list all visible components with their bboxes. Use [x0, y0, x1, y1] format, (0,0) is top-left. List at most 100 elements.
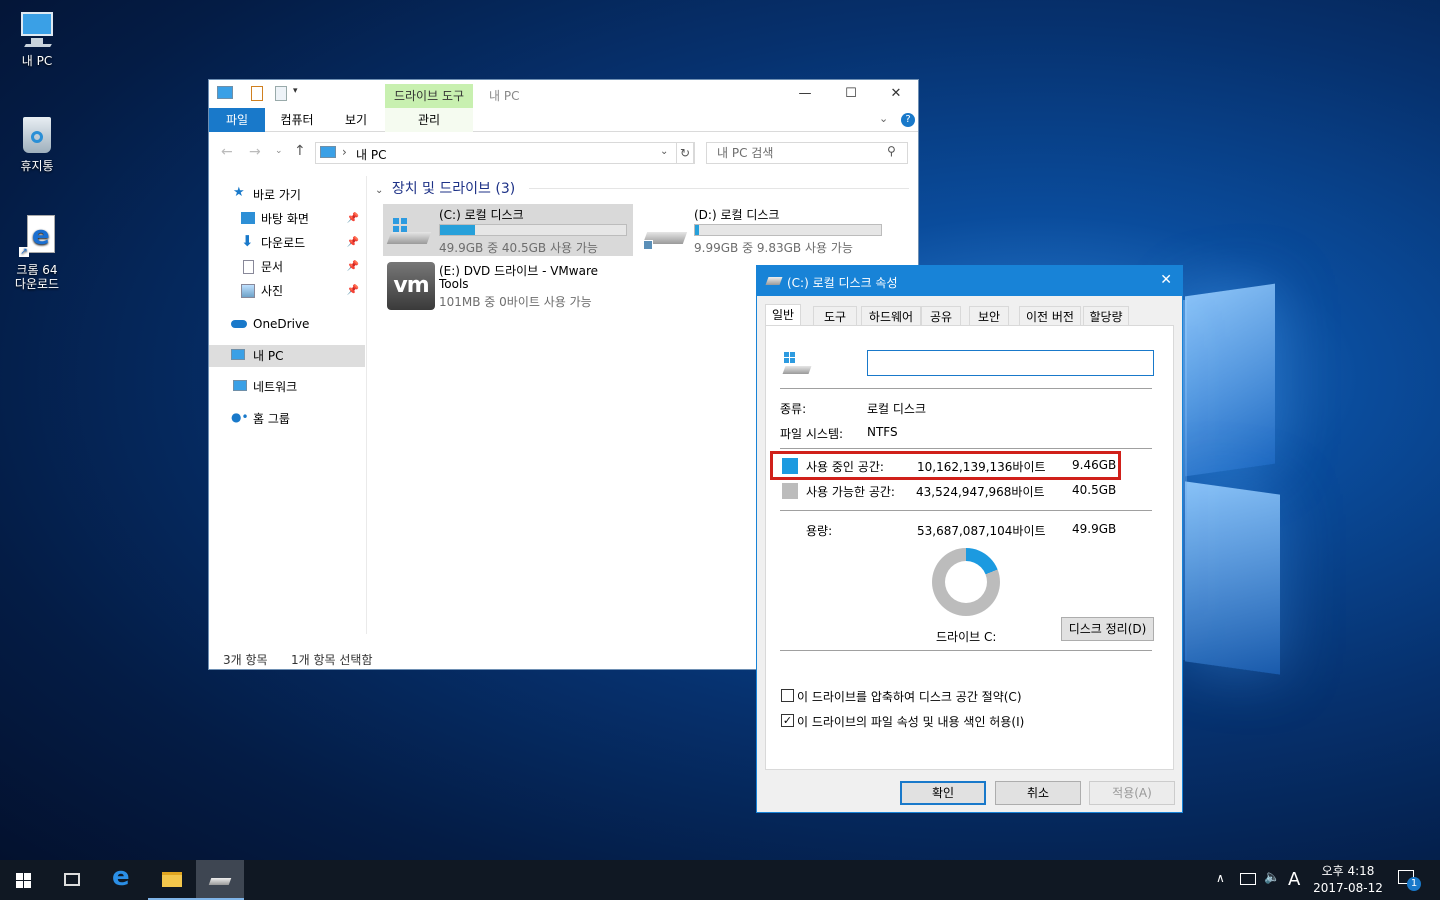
- pin-icon[interactable]: 📌: [347, 232, 359, 254]
- pin-icon[interactable]: 📌: [347, 208, 359, 230]
- up-button[interactable]: ↑: [294, 143, 306, 159]
- taskbar-edge[interactable]: e: [98, 860, 146, 900]
- minimize-button[interactable]: —: [782, 80, 828, 108]
- task-view-button[interactable]: [48, 860, 96, 900]
- action-center-button[interactable]: 1: [1398, 870, 1421, 891]
- nav-item-documents[interactable]: 문서 📌: [209, 256, 365, 278]
- nav-onedrive[interactable]: OneDrive: [209, 313, 365, 335]
- index-checkbox[interactable]: ✓: [781, 714, 794, 727]
- breadcrumb-separator-icon: ›: [342, 145, 347, 159]
- tab-hardware[interactable]: 하드웨어: [861, 306, 921, 326]
- document-icon: [243, 260, 254, 274]
- desktop-icon-label: 휴지통: [20, 159, 54, 173]
- pin-icon[interactable]: 📌: [347, 280, 359, 302]
- capacity-bytes: 53,687,087,104바이트: [917, 524, 1046, 538]
- notification-badge: 1: [1407, 877, 1421, 891]
- ribbon-expand-icon[interactable]: ⌄: [879, 112, 888, 125]
- forward-button[interactable]: →: [249, 144, 261, 160]
- tab-general[interactable]: 일반: [765, 304, 801, 326]
- compress-option-label[interactable]: 이 드라이브를 압축하여 디스크 공간 절약(C): [797, 688, 1022, 705]
- drive-name-line2: Tools: [439, 277, 469, 291]
- search-input[interactable]: 내 PC 검색: [706, 142, 908, 164]
- type-label: 종류:: [780, 402, 807, 416]
- tab-file[interactable]: 파일: [209, 108, 265, 132]
- breadcrumb-this-pc[interactable]: 내 PC: [356, 146, 386, 163]
- filesystem-value: NTFS: [867, 425, 898, 439]
- drive-icon: [782, 352, 814, 376]
- explorer-titlebar[interactable]: ▾ 드라이브 도구 내 PC — ☐ ✕: [209, 80, 918, 108]
- index-option-label[interactable]: 이 드라이브의 파일 속성 및 내용 색인 허용(I): [797, 713, 1024, 730]
- nav-item-downloads[interactable]: ⬇ 다운로드 📌: [209, 232, 365, 254]
- disk-cleanup-button[interactable]: 디스크 정리(D): [1061, 617, 1154, 641]
- free-space-bytes: 43,524,947,968바이트: [916, 485, 1045, 499]
- divider: [780, 650, 1152, 651]
- divider: [780, 510, 1152, 511]
- nav-item-desktop[interactable]: 바탕 화면 📌: [209, 208, 365, 230]
- close-button[interactable]: ✕: [873, 80, 919, 108]
- tab-quota[interactable]: 할당량: [1083, 306, 1129, 326]
- nav-homegroup[interactable]: ●• 홈 그룹: [209, 408, 365, 430]
- drive-detail: 101MB 중 0바이트 사용 가능: [439, 295, 592, 309]
- tab-tools[interactable]: 도구: [813, 306, 857, 326]
- general-panel: 종류: 로컬 디스크 파일 시스템: NTFS 사용 중인 공간: 10,162…: [765, 325, 1174, 770]
- desktop-icon-chrome-download[interactable]: e ↗ 크롬 64 다운로드: [2, 215, 72, 291]
- recent-locations-icon[interactable]: ⌄: [275, 146, 283, 156]
- tab-security[interactable]: 보안: [969, 306, 1009, 326]
- taskbar-properties[interactable]: [196, 860, 244, 900]
- new-folder-icon[interactable]: [275, 86, 287, 101]
- desktop-icon-recycle-bin[interactable]: 휴지통: [2, 113, 72, 173]
- group-header[interactable]: ⌄ 장치 및 드라이브 (3): [375, 178, 515, 198]
- drive-tile-c[interactable]: (C:) 로컬 디스크 49.9GB 중 40.5GB 사용 가능: [383, 204, 633, 256]
- taskbar-file-explorer[interactable]: [148, 860, 196, 900]
- computer-icon: [320, 146, 336, 158]
- properties-icon[interactable]: [251, 86, 263, 101]
- folder-icon: [162, 872, 182, 887]
- address-bar[interactable]: › 내 PC ⌄: [315, 142, 695, 164]
- apply-button[interactable]: 적용(A): [1089, 781, 1175, 805]
- wallpaper-logo-pane: [1183, 300, 1187, 660]
- network-tray-icon[interactable]: [1240, 873, 1256, 885]
- start-button[interactable]: [0, 860, 48, 900]
- drive-tile-e[interactable]: vm (E:) DVD 드라이브 - VMware Tools 101MB 중 …: [383, 260, 643, 312]
- nav-this-pc[interactable]: 내 PC: [209, 345, 365, 367]
- taskbar: e ∧ 🔈 A 오후 4:18 2017-08-12 1: [0, 860, 1440, 900]
- address-dropdown-icon[interactable]: ⌄: [660, 146, 668, 157]
- tab-view[interactable]: 보기: [333, 108, 379, 132]
- clock-date: 2017-08-12: [1313, 881, 1383, 895]
- tab-sharing[interactable]: 공유: [921, 306, 961, 326]
- volume-icon[interactable]: 🔈: [1264, 870, 1280, 885]
- clock[interactable]: 오후 4:18 2017-08-12: [1310, 863, 1386, 897]
- tab-computer[interactable]: 컴퓨터: [269, 108, 325, 132]
- close-button[interactable]: ✕: [1160, 272, 1172, 288]
- status-selected: 1개 항목 선택함: [291, 653, 373, 667]
- pictures-icon: [241, 284, 255, 298]
- dialog-titlebar[interactable]: (C:) 로컬 디스크 속성 ✕: [757, 266, 1182, 296]
- nav-item-pictures[interactable]: 사진 📌: [209, 280, 365, 302]
- tab-manage[interactable]: 관리: [385, 108, 473, 132]
- tab-previous-versions[interactable]: 이전 버전: [1019, 306, 1081, 326]
- compress-checkbox[interactable]: [781, 689, 794, 702]
- computer-icon: [231, 349, 245, 360]
- vmware-logo-icon: vm: [387, 262, 435, 310]
- ok-button[interactable]: 확인: [900, 781, 986, 805]
- help-icon[interactable]: ?: [901, 113, 915, 127]
- show-hidden-icons[interactable]: ∧: [1216, 871, 1225, 885]
- nav-network[interactable]: 네트워크: [209, 376, 365, 398]
- window-title: 내 PC: [489, 89, 520, 103]
- quick-access-dropdown-icon[interactable]: ▾: [293, 86, 298, 96]
- maximize-button[interactable]: ☐: [828, 80, 874, 108]
- star-icon: ★: [233, 185, 245, 200]
- cancel-button[interactable]: 취소: [995, 781, 1081, 805]
- nav-quick-access[interactable]: ★ 바로 가기: [209, 184, 365, 206]
- pin-icon[interactable]: 📌: [347, 256, 359, 278]
- ime-indicator[interactable]: A: [1288, 869, 1300, 890]
- search-icon: ⚲: [887, 144, 896, 158]
- usage-donut-chart: [932, 548, 1000, 616]
- drive-tile-d[interactable]: (D:) 로컬 디스크 9.99GB 중 9.83GB 사용 가능: [639, 204, 889, 256]
- back-button[interactable]: ←: [221, 144, 233, 160]
- desktop-icon-this-pc[interactable]: 내 PC: [2, 10, 72, 68]
- used-color-swatch: [782, 458, 798, 474]
- refresh-button[interactable]: ↻: [676, 142, 694, 164]
- context-tab-drive-tools: 드라이브 도구: [385, 84, 473, 108]
- volume-label-input[interactable]: [867, 350, 1154, 376]
